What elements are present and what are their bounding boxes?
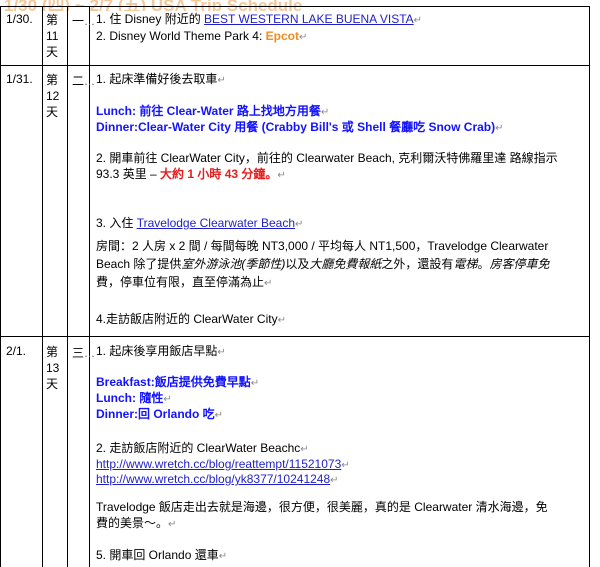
row-day-label: 第 11 天 bbox=[46, 13, 59, 59]
row-day-label: 第 13 天 bbox=[46, 345, 60, 391]
row-index: 一… bbox=[72, 14, 96, 28]
park-name: Epcot bbox=[265, 29, 299, 43]
blog-link-1[interactable]: http://www.wretch.cc/blog/reattempt/1152… bbox=[96, 457, 350, 473]
breakfast-line: Breakfast:飯店提供免費早點↵ bbox=[96, 375, 260, 389]
dinner-line: Dinner:回 Orlando 吃↵ bbox=[96, 407, 224, 421]
row-day-label: 第 12 天 bbox=[46, 73, 60, 119]
row-date: 2/1. bbox=[6, 344, 27, 358]
hotel-link[interactable]: BEST WESTERN LAKE BUENA VISTA bbox=[204, 12, 414, 26]
room-info-line: 房間：2 人房 x 2 間 / 每間每晚 NT3,000 / 平均每人 NT1,… bbox=[96, 239, 549, 253]
schedule-line: 3. 入住 Travelodge Clearwater Beach↵ bbox=[96, 216, 304, 230]
dinner-line: Dinner:Clear-Water City 用餐 (Crabby Bill'… bbox=[96, 120, 504, 134]
schedule-line: 1. 起床準備好後去取車↵ bbox=[96, 72, 226, 86]
table-col-divider bbox=[67, 6, 68, 567]
lunch-line: Lunch: 隨性↵ bbox=[96, 391, 172, 405]
table-border-left bbox=[0, 6, 1, 567]
schedule-line: 2. Disney World Theme Park 4: Epcot↵ bbox=[96, 29, 308, 43]
table-col-divider bbox=[89, 6, 90, 567]
blog-link-2[interactable]: http://www.wretch.cc/blog/yk8377/1024124… bbox=[96, 472, 339, 488]
table-col-divider bbox=[42, 6, 43, 567]
schedule-line: 5. 開車回 Orlando 還車↵ bbox=[96, 548, 228, 562]
drive-paragraph: 2. 開車前往 ClearWater City，前往的 Clearwater B… bbox=[96, 151, 558, 181]
lunch-line: Lunch: 前往 Clear-Water 路上找地方用餐↵ bbox=[96, 104, 330, 118]
schedule-line: 2. 走訪飯店附近的 ClearWater Beachc↵ bbox=[96, 441, 309, 455]
room-info-line: Beach 除了提供室外游泳池(季節性)以及大廳免費報紙之外，還設有電梯。房客停… bbox=[96, 257, 550, 271]
row-index: 三… bbox=[72, 346, 96, 360]
note-line: 費的美景～。↵ bbox=[96, 516, 177, 530]
table-border-right bbox=[589, 6, 590, 567]
schedule-line: 4.走訪飯店附近的 ClearWater City↵ bbox=[96, 312, 286, 326]
note-line: Travelodge 飯店走出去就是海邊，很方便，很美麗，真的是 Clearwa… bbox=[96, 500, 548, 514]
row-index: 二… bbox=[72, 74, 96, 88]
room-info-line: 費，停車位有限，直至停滿為止↵ bbox=[96, 275, 273, 289]
row-date: 1/31. bbox=[6, 72, 33, 86]
row-date: 1/30. bbox=[6, 12, 33, 26]
hotel-link[interactable]: Travelodge Clearwater Beach bbox=[137, 216, 295, 230]
schedule-line: 1. 起床後享用飯店早點↵ bbox=[96, 344, 226, 358]
schedule-line: 1. 住 Disney 附近的 BEST WESTERN LAKE BUENA … bbox=[96, 12, 423, 26]
